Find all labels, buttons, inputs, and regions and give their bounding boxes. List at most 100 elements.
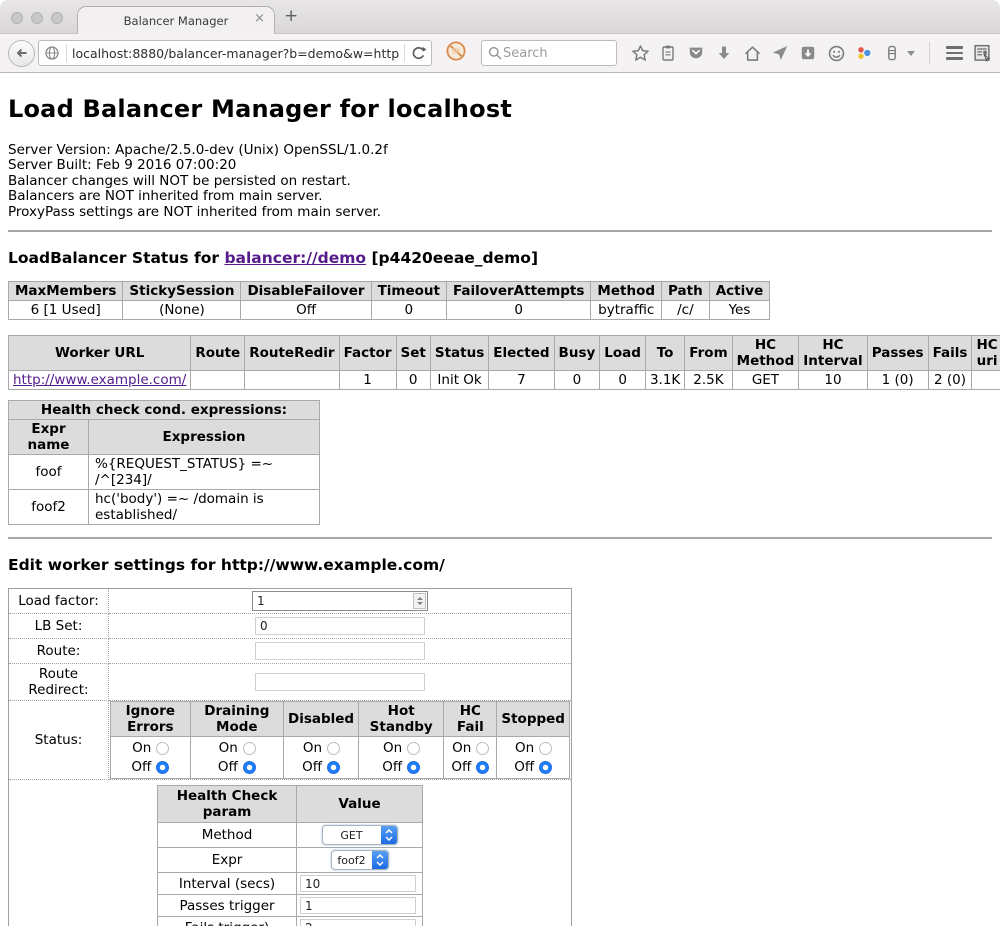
route-redirect-input[interactable] [255,673,425,691]
val-failoverattempts: 0 [447,301,591,320]
val-active: Yes [709,301,770,320]
col-path: Path [662,282,710,301]
hc-expr-selected-value: foof2 [332,851,372,869]
hc-interval-input[interactable] [300,875,416,892]
table-row: 6 [1 Used] (None) Off 0 0 bytraffic /c/ … [9,301,770,320]
hot-standby-off-radio[interactable] [407,761,420,774]
load-factor-spinner[interactable] [413,593,426,609]
val-route [191,371,245,390]
send-icon[interactable] [770,43,790,63]
val-timeout: 0 [371,301,446,320]
tab-close-icon[interactable]: × [254,12,265,26]
hc-fail-on-radio[interactable] [476,742,489,755]
draining-mode-off-radio[interactable] [243,761,256,774]
window-minimize-button[interactable] [31,12,43,24]
hc-method-selected-value: GET [323,826,381,844]
hc-method-select[interactable]: GET [322,825,398,845]
val-fails: 2 (0) [928,371,972,390]
hc-fail-off-radio[interactable] [476,761,489,774]
col-method: Method [591,282,662,301]
col-maxmembers: MaxMembers [9,282,123,301]
col-load: Load [600,336,646,371]
on-label: On [515,740,534,756]
hc-interval-label: Interval (secs) [158,873,297,895]
home-icon[interactable] [742,43,762,63]
ignore-errors-on-radio[interactable] [156,742,169,755]
chat-smiley-icon[interactable] [826,43,846,63]
dropdown-caret-icon[interactable] [907,51,915,56]
new-tab-button[interactable]: + [284,6,298,26]
val-path: /c/ [662,301,710,320]
url-text[interactable]: localhost:8880/balancer-manager?b=demo&w… [72,46,399,61]
worker-url-link[interactable]: http://www.example.com/ [13,372,186,388]
val-factor: 1 [339,371,396,390]
disabled-off-radio[interactable] [327,761,340,774]
hc-fails-label: Fails trigger) [158,917,297,926]
select-chevrons-icon [372,851,388,869]
col-failoverattempts: FailoverAttempts [447,282,591,301]
load-factor-value: 1 [253,594,413,608]
content-blocker-icon[interactable] [445,40,467,66]
table-header-row: MaxMembers StickySession DisableFailover… [9,282,770,301]
stopped-on-radio[interactable] [539,742,552,755]
val-to: 3.1K [645,371,684,390]
hc-fails-input[interactable] [300,919,416,926]
balancer-demo-link[interactable]: balancer://demo [224,249,366,267]
val-passes: 1 (0) [867,371,928,390]
downloads-icon[interactable] [714,43,734,63]
draining-mode-on-radio[interactable] [243,742,256,755]
url-bar[interactable]: localhost:8880/balancer-manager?b=demo&w… [38,40,432,66]
hc-expr-label: Expr [158,848,297,873]
colored-dots-extension-icon[interactable] [854,43,874,63]
col-status: Status [430,336,488,371]
val-load: 0 [600,371,646,390]
inherit-note-line: Balancers are NOT inherited from main se… [8,189,992,204]
route-input[interactable] [255,642,425,660]
search-input[interactable] [503,46,603,61]
col-expression: Expression [89,420,320,455]
table-row: foof %{REQUEST_STATUS} =~ /^[234]/ [9,455,320,490]
clipboard-icon[interactable] [658,43,678,63]
col-ignore-errors: Ignore Errors [111,702,191,737]
expr-value-foof: %{REQUEST_STATUS} =~ /^[234]/ [89,455,320,490]
off-label: Off [131,759,151,775]
val-hc-method: GET [732,371,799,390]
tab-balancer-manager[interactable]: Balancer Manager × [77,6,275,34]
toolbar-divider [929,42,930,64]
pocket-icon[interactable] [686,43,706,63]
hot-standby-on-radio[interactable] [407,742,420,755]
ignore-errors-off-radio[interactable] [156,761,169,774]
url-divider [66,44,67,62]
bookmark-star-icon[interactable] [630,43,650,63]
disabled-on-radio[interactable] [327,742,340,755]
hc-method-label: Method [158,823,297,848]
search-bar[interactable] [481,40,617,66]
val-maxmembers: 6 [1 Used] [9,301,123,320]
col-hc-value: Value [297,786,423,823]
lb-set-input[interactable] [255,617,425,635]
load-factor-input[interactable]: 1 [252,591,428,611]
form-row-health-check: Health Check param Value Method GET [9,780,572,926]
hc-passes-input[interactable] [300,897,416,914]
col-hc-fail: HC Fail [444,702,497,737]
window-zoom-button[interactable] [51,12,63,24]
off-label: Off [218,759,238,775]
window-close-button[interactable] [11,12,23,24]
hc-row-expr: Expr foof2 [158,848,423,873]
proxypass-note-line: ProxyPass settings are NOT inherited fro… [8,205,992,220]
hc-expr-select[interactable]: foof2 [331,850,389,870]
edit-worker-heading: Edit worker settings for http://www.exam… [8,556,992,574]
battery-extension-icon[interactable] [882,43,902,63]
val-busy: 0 [554,371,600,390]
col-hc-uri: HC uri [972,336,1000,371]
stopped-off-radio[interactable] [539,761,552,774]
back-button[interactable] [8,40,35,67]
page-tool-icon[interactable] [972,43,992,63]
tab-bar: Balancer Manager × + [0,0,1000,33]
panel-download-icon[interactable] [798,43,818,63]
menu-icon[interactable] [944,43,964,63]
status-radio-row: On Off On Off On Off [111,737,570,779]
search-icon [487,45,503,61]
reload-icon[interactable] [410,45,427,62]
server-built-line: Server Built: Feb 9 2016 07:00:20 [8,158,992,173]
